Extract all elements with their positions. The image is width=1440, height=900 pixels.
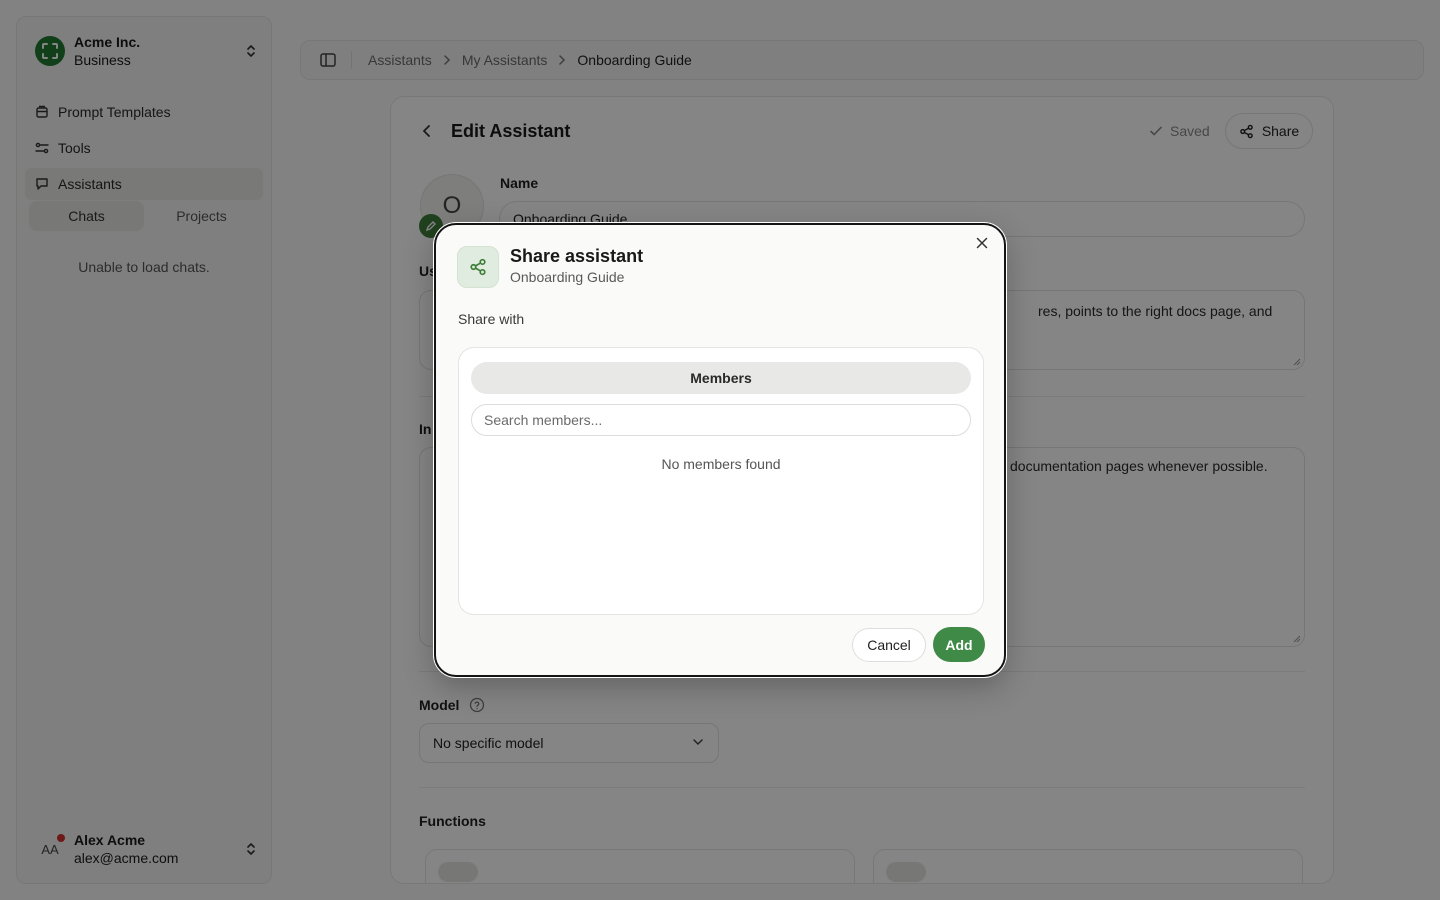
tab-members[interactable]: Members: [471, 362, 971, 394]
close-icon[interactable]: [976, 237, 988, 249]
search-members-input[interactable]: [471, 404, 971, 436]
share-assistant-dialog: Share assistant Onboarding Guide Share w…: [434, 223, 1006, 677]
dialog-title: Share assistant: [510, 246, 644, 266]
share-with-label: Share with: [458, 311, 525, 327]
add-button[interactable]: Add: [933, 627, 985, 662]
share-panel: Members No members found: [458, 347, 984, 615]
dialog-subtitle: Onboarding Guide: [510, 269, 625, 285]
members-empty-state: No members found: [661, 456, 781, 472]
share-icon: [457, 246, 499, 288]
cancel-button[interactable]: Cancel: [852, 628, 926, 662]
